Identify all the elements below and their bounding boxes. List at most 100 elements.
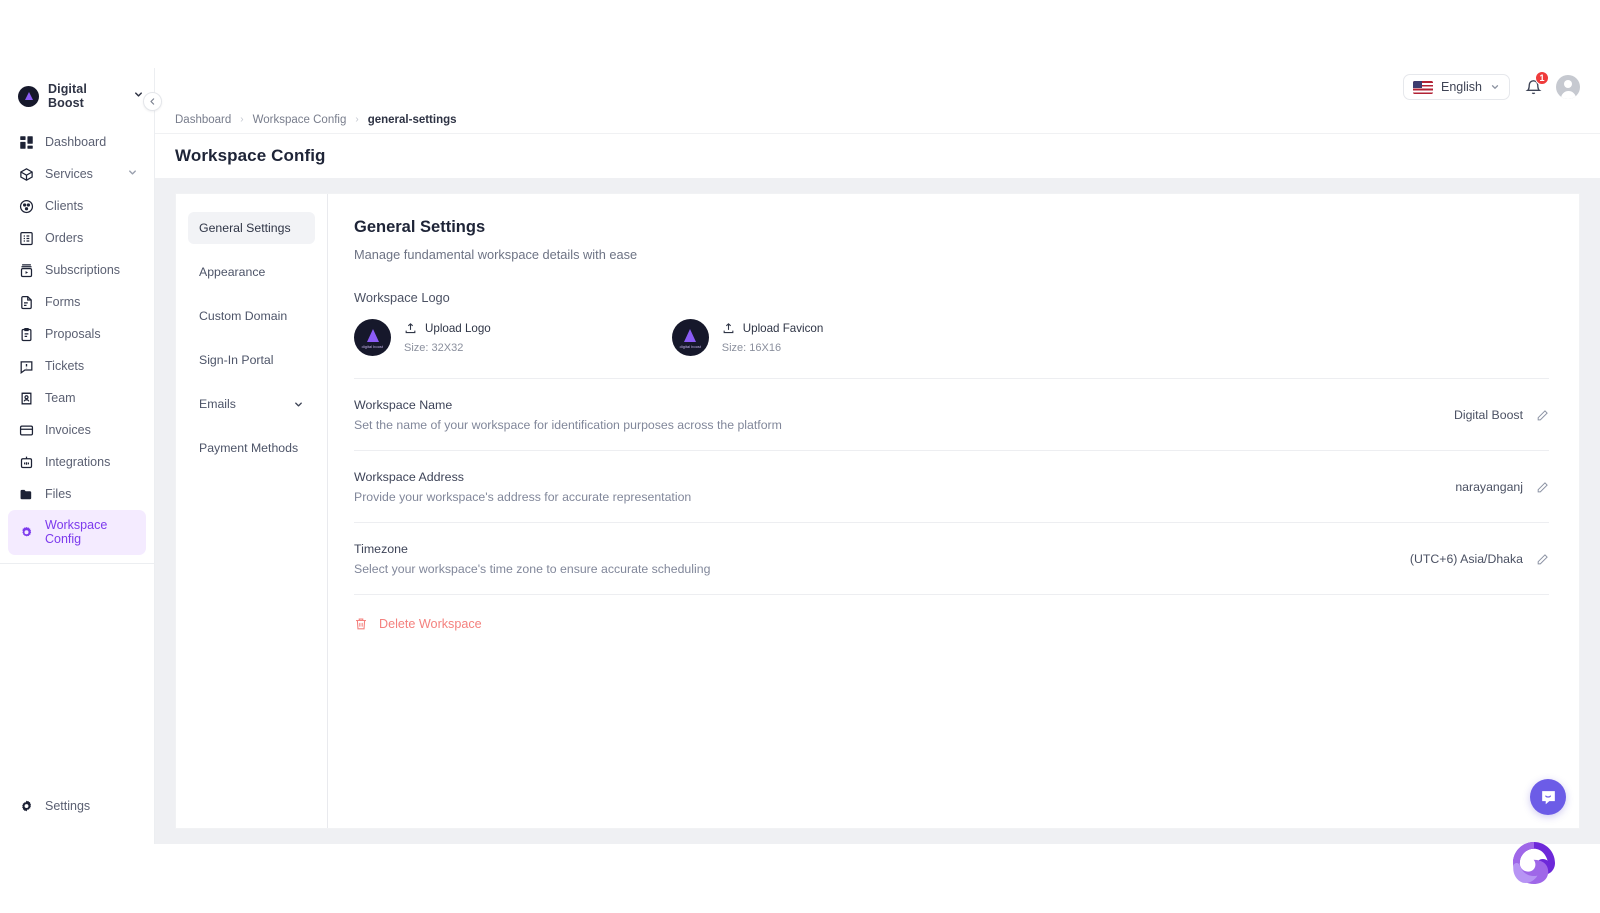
brand-swirl-icon: [1510, 839, 1558, 887]
sidebar-item-dashboard[interactable]: Dashboard: [8, 126, 146, 158]
edit-workspace-name-button[interactable]: [1536, 409, 1549, 422]
settings-nav-payment-methods[interactable]: Payment Methods: [188, 432, 315, 464]
setting-description: Set the name of your workspace for ident…: [354, 418, 782, 432]
section-title: General Settings: [354, 218, 1549, 237]
settings-nav: General Settings Appearance Custom Domai…: [176, 194, 328, 828]
sidebar-item-label: Files: [45, 487, 138, 501]
setting-row-workspace-name: Workspace Name Set the name of your work…: [354, 379, 1549, 451]
sidebar-item-team[interactable]: Team: [8, 382, 146, 414]
sidebar-item-orders[interactable]: Orders: [8, 222, 146, 254]
tickets-icon: [18, 358, 34, 374]
workspace-logo-icon: [18, 86, 39, 107]
breadcrumb-item-dashboard[interactable]: Dashboard: [175, 114, 231, 126]
upload-logo-button[interactable]: Upload Logo: [404, 322, 491, 335]
sidebar-nav: Dashboard Services Clients: [0, 126, 154, 790]
logo-size-hint: Size: 32X32: [404, 342, 491, 354]
setting-value: (UTC+6) Asia/Dhaka: [1410, 552, 1523, 566]
sidebar-item-subscriptions[interactable]: Subscriptions: [8, 254, 146, 286]
settings-nav-general-settings[interactable]: General Settings: [188, 212, 315, 244]
chevron-down-icon: [1490, 82, 1500, 92]
sidebar-item-workspace-config[interactable]: Workspace Config: [8, 510, 146, 555]
breadcrumb: Dashboard › Workspace Config › general-s…: [155, 106, 1600, 134]
pencil-icon: [1536, 409, 1549, 422]
setting-row-text: Workspace Address Provide your workspace…: [354, 470, 691, 504]
dashboard-icon: [18, 134, 34, 150]
sidebar-item-clients[interactable]: Clients: [8, 190, 146, 222]
setting-row-workspace-address: Workspace Address Provide your workspace…: [354, 451, 1549, 523]
workspace-logo-preview: digital boost: [354, 319, 391, 356]
sidebar-item-label: Services: [45, 167, 116, 181]
setting-row-value: narayanganj: [1455, 480, 1549, 494]
settings-nav-label: Custom Domain: [199, 309, 287, 323]
sidebar-item-label: Clients: [45, 199, 138, 213]
setting-row-text: Timezone Select your workspace's time zo…: [354, 542, 710, 576]
favicon-size-hint: Size: 16X16: [722, 342, 824, 354]
upload-favicon-label: Upload Favicon: [743, 322, 824, 335]
trash-icon: [354, 617, 368, 631]
sidebar-item-label: Tickets: [45, 359, 138, 373]
intercom-chat-icon: [1539, 788, 1558, 807]
page-title: Workspace Config: [175, 146, 326, 166]
upload-favicon-button[interactable]: Upload Favicon: [722, 322, 824, 335]
settings-nav-custom-domain[interactable]: Custom Domain: [188, 300, 315, 332]
sidebar-item-label: Dashboard: [45, 135, 138, 149]
settings-nav-label: Payment Methods: [199, 441, 298, 455]
sidebar-item-forms[interactable]: Forms: [8, 286, 146, 318]
sidebar-item-integrations[interactable]: Integrations: [8, 446, 146, 478]
page-title-bar: Workspace Config: [155, 134, 1600, 178]
sidebar-item-settings[interactable]: Settings: [8, 790, 146, 822]
integrations-icon: [18, 454, 34, 470]
setting-title: Workspace Address: [354, 470, 691, 484]
settings-nav-label: Sign-In Portal: [199, 353, 274, 367]
gear-icon: [18, 798, 34, 814]
notification-badge: 1: [1535, 71, 1549, 85]
sidebar-footer: Settings: [0, 790, 154, 844]
user-avatar-button[interactable]: [1556, 75, 1580, 99]
user-avatar-icon: [1556, 75, 1580, 99]
sidebar-item-files[interactable]: Files: [8, 478, 146, 510]
sidebar: Digital Boost Dashboard Services: [0, 68, 155, 844]
upload-logo-label: Upload Logo: [425, 322, 491, 335]
invoices-icon: [18, 422, 34, 438]
workspace-logo-label: Workspace Logo: [354, 290, 1549, 305]
sidebar-item-label: Invoices: [45, 423, 138, 437]
us-flag-icon: [1413, 81, 1433, 94]
sidebar-item-label: Subscriptions: [45, 263, 138, 277]
edit-workspace-address-button[interactable]: [1536, 481, 1549, 494]
upload-icon: [404, 322, 417, 335]
setting-row-timezone: Timezone Select your workspace's time zo…: [354, 523, 1549, 595]
breadcrumb-item-current: general-settings: [368, 114, 457, 126]
edit-timezone-button[interactable]: [1536, 553, 1549, 566]
setting-title: Timezone: [354, 542, 710, 556]
brand-logo-button[interactable]: [1510, 839, 1558, 887]
sidebar-item-label: Team: [45, 391, 138, 405]
breadcrumb-item-workspace-config[interactable]: Workspace Config: [253, 114, 347, 126]
chevron-down-icon[interactable]: [127, 167, 138, 181]
chat-widget-button[interactable]: [1530, 779, 1566, 815]
sidebar-item-label: Proposals: [45, 327, 138, 341]
sidebar-item-services[interactable]: Services: [8, 158, 146, 190]
workspace-switcher[interactable]: Digital Boost: [0, 68, 154, 122]
settings-nav-emails[interactable]: Emails: [188, 388, 315, 420]
proposals-icon: [18, 326, 34, 342]
settings-nav-sign-in-portal[interactable]: Sign-In Portal: [188, 344, 315, 376]
setting-description: Provide your workspace's address for acc…: [354, 490, 691, 504]
favicon-upload-col: Upload Favicon Size: 16X16: [722, 322, 824, 354]
clients-icon: [18, 198, 34, 214]
sidebar-item-tickets[interactable]: Tickets: [8, 350, 146, 382]
settings-nav-appearance[interactable]: Appearance: [188, 256, 315, 288]
sidebar-item-proposals[interactable]: Proposals: [8, 318, 146, 350]
delete-workspace-button[interactable]: Delete Workspace: [354, 617, 1549, 631]
language-selector[interactable]: English: [1403, 74, 1510, 100]
settings-nav-label: Emails: [199, 397, 236, 411]
setting-row-value: Digital Boost: [1454, 408, 1549, 422]
sidebar-settings-label: Settings: [45, 799, 90, 813]
sidebar-item-invoices[interactable]: Invoices: [8, 414, 146, 446]
sidebar-item-label: Workspace Config: [45, 518, 138, 547]
sidebar-collapse-button[interactable]: [143, 92, 162, 111]
section-subtitle: Manage fundamental workspace details wit…: [354, 247, 1549, 262]
logo-upload-row: digital boost Upload Logo Size: 32X32: [354, 319, 1549, 356]
sidebar-item-label: Orders: [45, 231, 138, 245]
notifications-button[interactable]: 1: [1522, 76, 1544, 98]
pencil-icon: [1536, 553, 1549, 566]
